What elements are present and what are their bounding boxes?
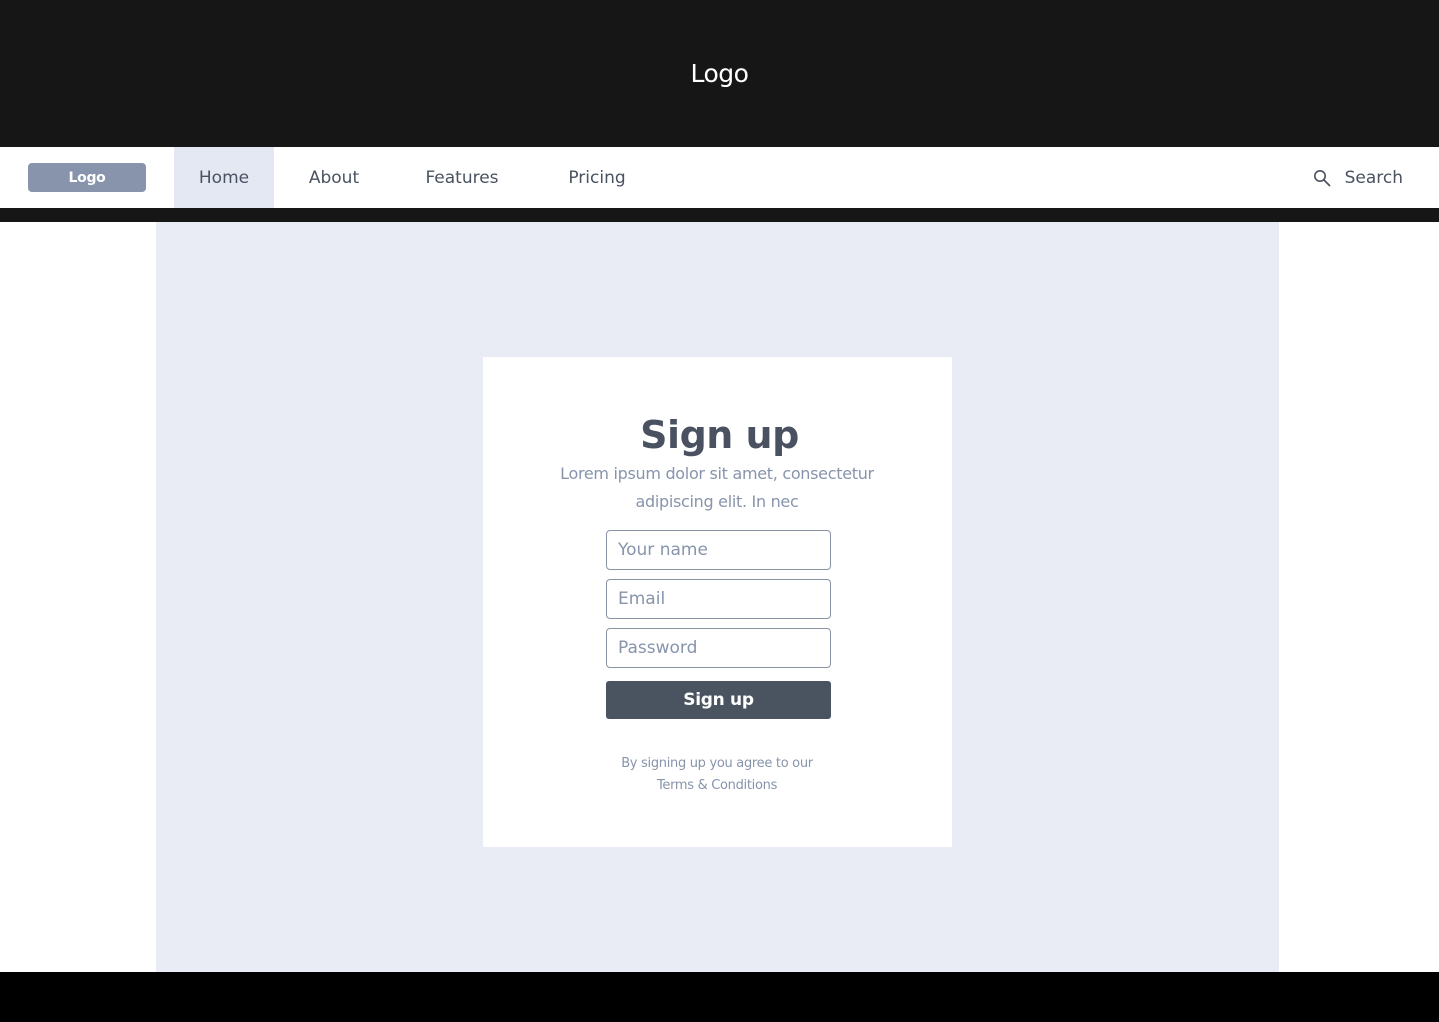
nav-logo[interactable]: Logo xyxy=(28,163,146,192)
search-icon xyxy=(1313,169,1330,186)
terms-notice: By signing up you agree to our Terms & C… xyxy=(560,753,874,797)
divider-strip xyxy=(0,208,1439,222)
nav-item-home[interactable]: Home xyxy=(174,147,274,208)
search-button[interactable]: Search xyxy=(1313,147,1403,208)
signup-description: Lorem ipsum dolor sit amet, consectetur … xyxy=(560,464,874,511)
signup-title: Sign up xyxy=(640,413,799,457)
nav-item-features[interactable]: Features xyxy=(414,147,510,208)
search-label: Search xyxy=(1344,167,1403,188)
terms-prefix: By signing up you agree to our xyxy=(621,756,813,771)
nav-item-about[interactable]: About xyxy=(296,147,372,208)
email-field[interactable] xyxy=(606,579,831,619)
top-banner: Logo xyxy=(0,0,1439,147)
signup-button[interactable]: Sign up xyxy=(606,681,831,719)
terms-link[interactable]: Terms & Conditions xyxy=(560,775,874,797)
banner-logo: Logo xyxy=(690,59,749,88)
password-field[interactable] xyxy=(606,628,831,668)
name-field[interactable] xyxy=(606,530,831,570)
nav-item-pricing[interactable]: Pricing xyxy=(556,147,638,208)
navbar: Logo Home About Features Pricing Search xyxy=(0,147,1439,208)
